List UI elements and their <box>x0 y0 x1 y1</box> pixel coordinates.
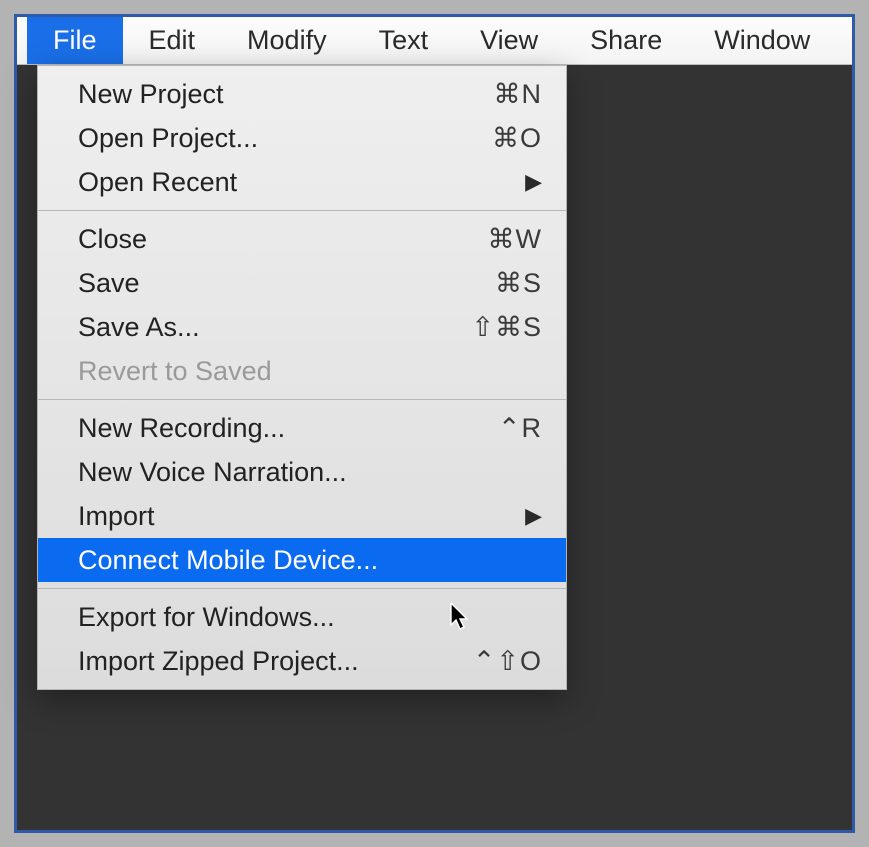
menu-item-shortcut: ⌃R <box>498 413 542 444</box>
app-frame: File Edit Modify Text View Share Window … <box>14 14 855 833</box>
menu-item-save-as[interactable]: Save As... ⇧⌘S <box>38 305 566 349</box>
menu-item-close[interactable]: Close ⌘W <box>38 217 566 261</box>
menu-item-import[interactable]: Import ▶ <box>38 494 566 538</box>
menu-item-label: Save <box>78 268 495 299</box>
menu-item-new-voice-narration[interactable]: New Voice Narration... <box>38 450 566 494</box>
submenu-arrow-icon: ▶ <box>525 503 542 529</box>
menu-item-label: Close <box>78 224 488 255</box>
menu-item-label: Import Zipped Project... <box>78 646 473 677</box>
menubar-label: View <box>480 25 538 56</box>
menu-item-import-zipped-project[interactable]: Import Zipped Project... ⌃⇧O <box>38 639 566 683</box>
menu-separator <box>38 588 566 589</box>
menu-item-shortcut: ⌘N <box>494 79 543 110</box>
menubar-item-modify[interactable]: Modify <box>221 17 353 64</box>
menubar-label: File <box>53 25 97 56</box>
menu-item-shortcut: ⌃⇧O <box>473 646 542 677</box>
menubar-label: Window <box>714 25 810 56</box>
menubar-item-text[interactable]: Text <box>353 17 455 64</box>
menubar-label: Share <box>590 25 662 56</box>
menu-item-label: Save As... <box>78 312 471 343</box>
file-menu-dropdown: New Project ⌘N Open Project... ⌘O Open R… <box>37 65 567 690</box>
submenu-arrow-icon: ▶ <box>525 169 542 195</box>
menu-item-label: Import <box>78 501 525 532</box>
menu-item-connect-mobile-device[interactable]: Connect Mobile Device... <box>38 538 566 582</box>
menu-item-label: New Recording... <box>78 413 498 444</box>
menu-item-label: New Voice Narration... <box>78 457 542 488</box>
menubar-item-share[interactable]: Share <box>564 17 688 64</box>
menu-item-label: Open Recent <box>78 167 525 198</box>
menu-item-open-recent[interactable]: Open Recent ▶ <box>38 160 566 204</box>
menu-separator <box>38 399 566 400</box>
menu-item-new-recording[interactable]: New Recording... ⌃R <box>38 406 566 450</box>
menu-item-revert-to-saved: Revert to Saved <box>38 349 566 393</box>
menu-item-export-for-windows[interactable]: Export for Windows... <box>38 595 566 639</box>
menu-item-shortcut: ⌘S <box>495 268 542 299</box>
menubar: File Edit Modify Text View Share Window <box>17 17 852 65</box>
menubar-item-view[interactable]: View <box>454 17 564 64</box>
menubar-label: Text <box>379 25 429 56</box>
menu-item-label: Open Project... <box>78 123 492 154</box>
menu-item-shortcut: ⇧⌘S <box>471 312 542 343</box>
menu-item-shortcut: ⌘O <box>492 123 542 154</box>
menu-item-open-project[interactable]: Open Project... ⌘O <box>38 116 566 160</box>
menu-item-label: Revert to Saved <box>78 356 542 387</box>
menu-item-shortcut: ⌘W <box>488 224 542 255</box>
menubar-item-window[interactable]: Window <box>688 17 836 64</box>
menu-item-label: New Project <box>78 79 494 110</box>
menubar-label: Modify <box>247 25 327 56</box>
menu-separator <box>38 210 566 211</box>
menubar-label: Edit <box>149 25 196 56</box>
menu-item-save[interactable]: Save ⌘S <box>38 261 566 305</box>
menu-item-new-project[interactable]: New Project ⌘N <box>38 72 566 116</box>
menubar-item-edit[interactable]: Edit <box>123 17 222 64</box>
menu-item-label: Connect Mobile Device... <box>78 545 542 576</box>
menu-item-label: Export for Windows... <box>78 602 542 633</box>
menubar-item-file[interactable]: File <box>27 17 123 64</box>
